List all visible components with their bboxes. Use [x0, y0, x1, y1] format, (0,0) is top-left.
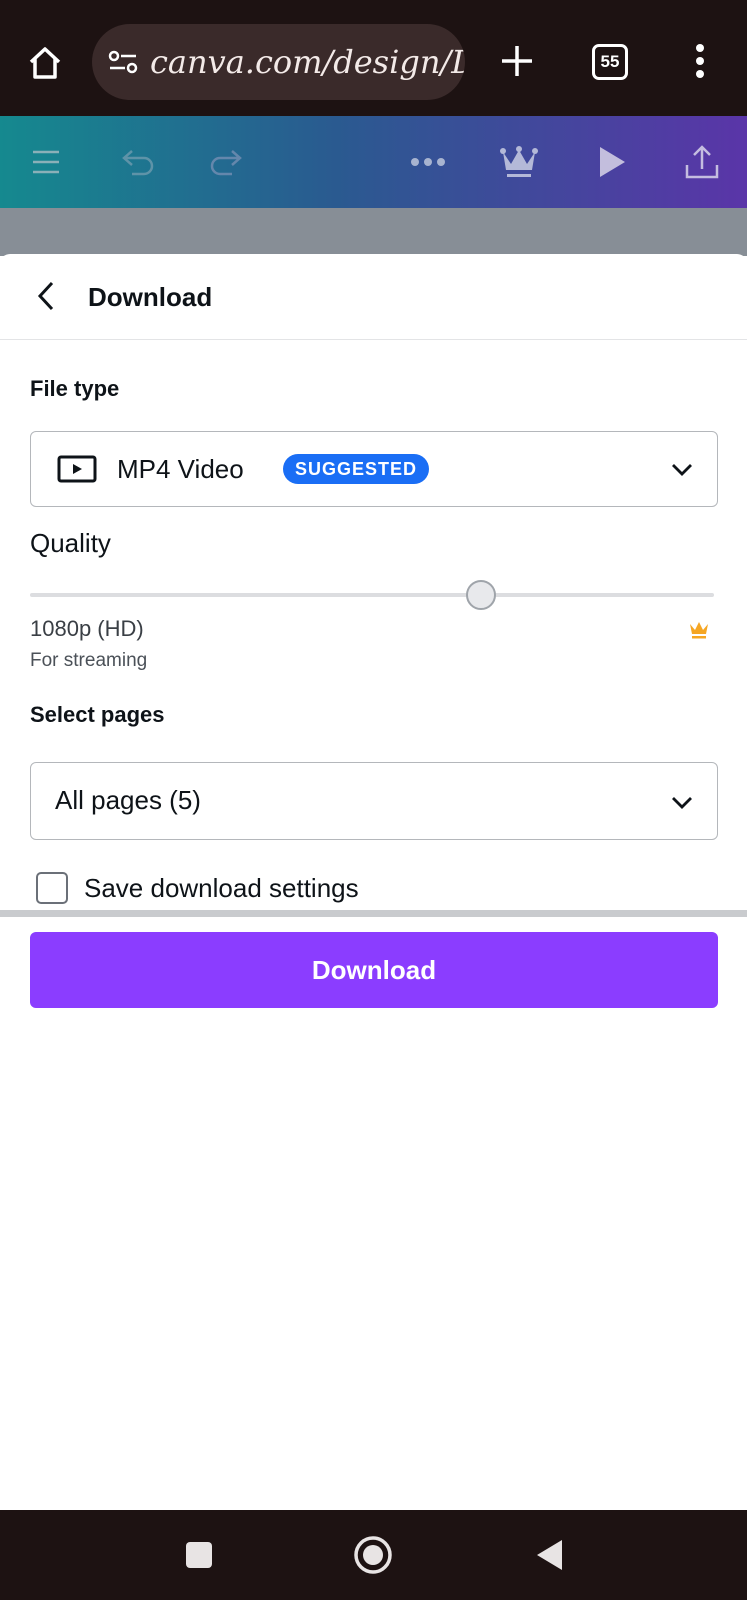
video-file-icon [57, 455, 97, 483]
download-panel: Download File type MP4 Video SUGGESTED Q… [0, 254, 747, 1510]
play-icon[interactable] [586, 136, 638, 188]
quality-value: 1080p (HD) [30, 616, 144, 641]
select-pages-label: Select pages [30, 702, 165, 727]
chevron-down-icon [672, 464, 692, 476]
download-button[interactable]: Download [30, 932, 718, 1008]
recents-icon[interactable] [176, 1532, 222, 1578]
suggested-badge: SUGGESTED [283, 454, 430, 484]
quality-note: For streaming [30, 650, 148, 671]
address-bar[interactable]: canva.com/design/D [92, 24, 465, 100]
save-settings-checkbox[interactable] [36, 872, 68, 904]
quality-label: Quality [30, 528, 111, 558]
hamburger-menu-icon[interactable] [20, 136, 72, 188]
chevron-down-icon [672, 797, 692, 809]
pages-value: All pages (5) [55, 785, 201, 815]
panel-header: Download [0, 254, 747, 340]
undo-icon[interactable] [112, 136, 164, 188]
crown-icon[interactable] [493, 136, 545, 188]
premium-crown-icon [690, 622, 708, 639]
save-settings-row[interactable]: Save download settings [36, 870, 359, 906]
panel-title: Download [88, 282, 213, 312]
quality-slider-track[interactable] [30, 593, 714, 597]
site-settings-icon[interactable] [106, 45, 140, 79]
redo-icon[interactable] [200, 136, 252, 188]
system-nav-bar [0, 1510, 747, 1600]
editor-toolbar [0, 116, 747, 208]
canvas-backdrop [0, 208, 747, 256]
more-options-icon[interactable] [402, 136, 454, 188]
file-type-select[interactable]: MP4 Video SUGGESTED [30, 431, 718, 507]
url-text: canva.com/design/D [150, 43, 465, 81]
home-icon[interactable] [20, 38, 70, 88]
file-type-value: MP4 Video [117, 454, 244, 484]
browser-toolbar: canva.com/design/D 55 [0, 0, 747, 116]
save-settings-label[interactable]: Save download settings [84, 873, 359, 904]
more-menu-icon[interactable] [680, 36, 720, 86]
quality-slider-thumb[interactable] [466, 580, 497, 610]
pages-select[interactable]: All pages (5) [30, 762, 718, 840]
divider [0, 910, 747, 917]
new-tab-icon[interactable] [492, 36, 542, 86]
home-nav-icon[interactable] [350, 1532, 396, 1578]
back-icon[interactable] [26, 276, 66, 316]
tab-switcher-button[interactable]: 55 [592, 44, 628, 80]
back-nav-icon[interactable] [526, 1532, 572, 1578]
file-type-label: File type [30, 376, 120, 401]
share-icon[interactable] [676, 136, 728, 188]
